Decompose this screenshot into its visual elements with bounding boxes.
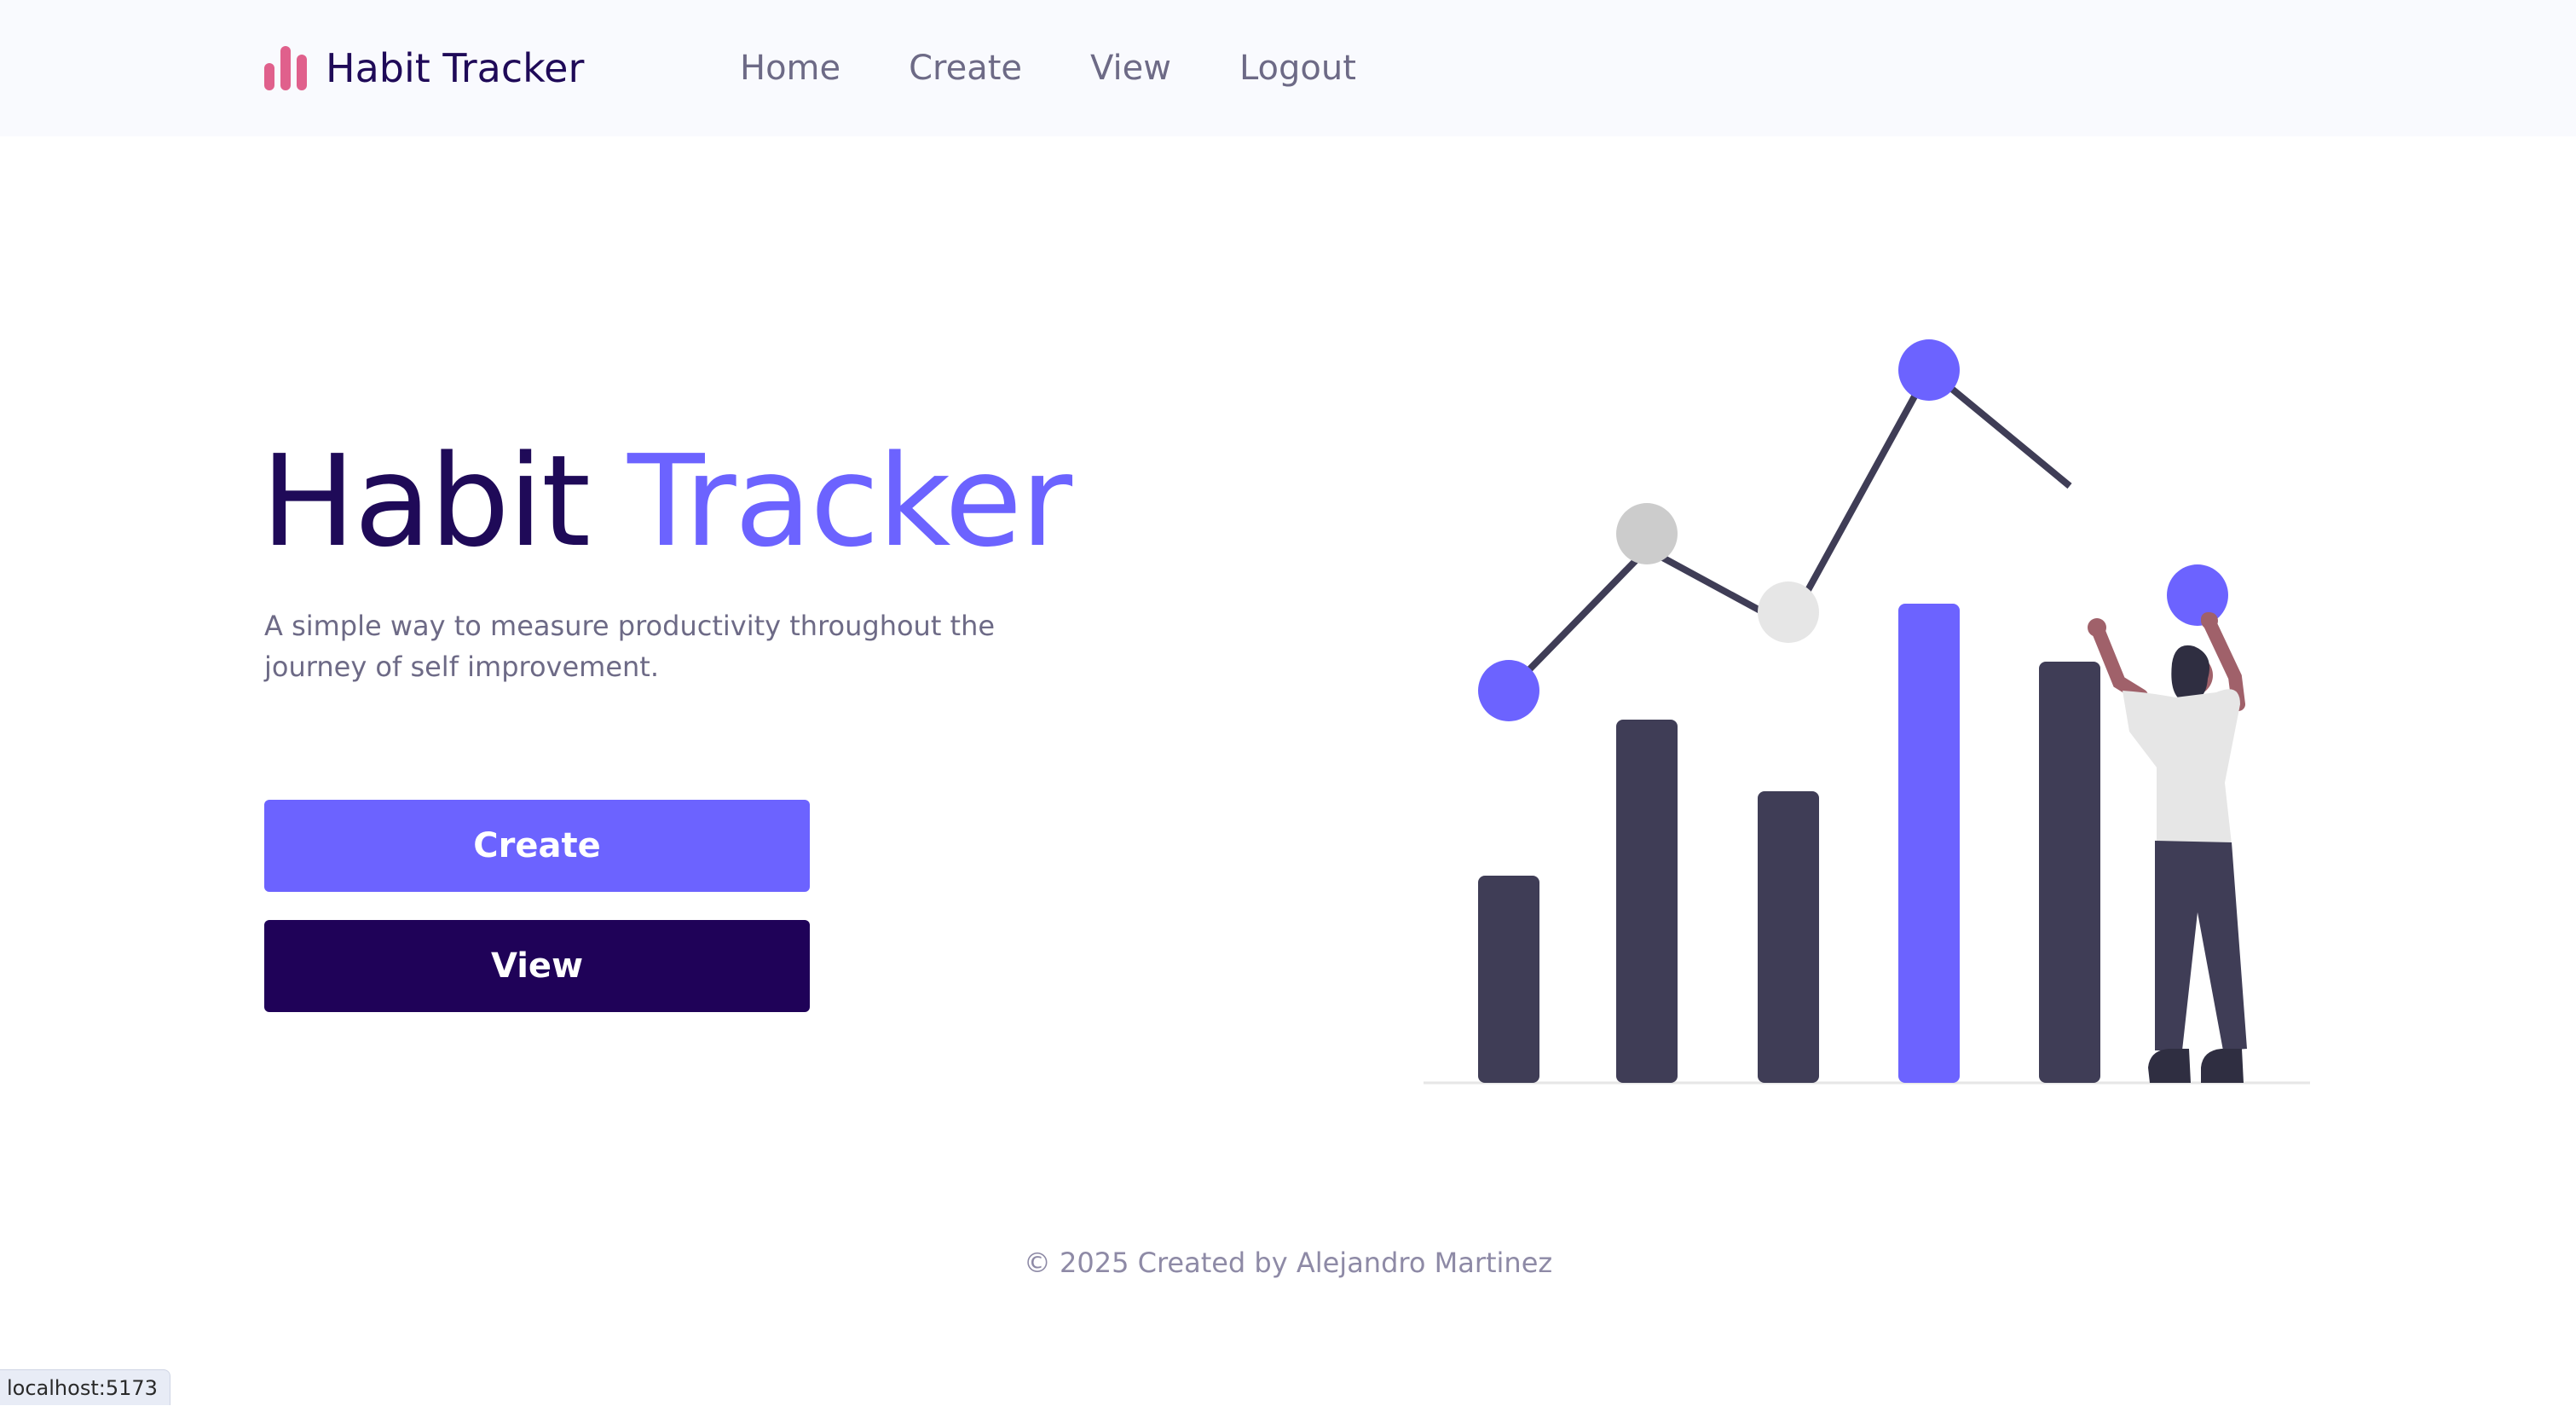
trend-point [1478, 660, 1539, 721]
navbar: Habit Tracker Home Create View Logout [0, 0, 2576, 136]
nav-view-link[interactable]: View [1090, 49, 1171, 88]
status-url: localhost:5173 [0, 1369, 170, 1405]
trend-point [1898, 339, 1960, 401]
illustration-bar [2039, 662, 2100, 1083]
nav-create-link[interactable]: Create [909, 49, 1022, 88]
illustration-bar [1758, 791, 1819, 1083]
brand-link[interactable]: Habit Tracker [264, 41, 584, 95]
hero-title-part2: Tracker [627, 428, 1072, 575]
brand-name: Habit Tracker [326, 45, 585, 91]
hero-title-part1: Habit [261, 428, 591, 575]
create-button[interactable]: Create [264, 800, 810, 892]
trend-point [1758, 581, 1819, 643]
illustration-bar [1616, 720, 1678, 1083]
trend-point [1616, 503, 1678, 564]
illustration-bar [1478, 876, 1539, 1083]
nav-home-link[interactable]: Home [740, 49, 840, 88]
view-button[interactable]: View [264, 920, 810, 1012]
illustration-bar [1898, 604, 1960, 1083]
main-nav: Home Create View Logout [740, 41, 1356, 95]
hero-title: Habit Tracker [261, 426, 1072, 578]
held-circle [2167, 564, 2228, 626]
person-figure [2088, 564, 2247, 1083]
bar-chart-icon [264, 46, 307, 90]
growth-chart-illustration [1424, 339, 2310, 1085]
hero-subtitle: A simple way to measure productivity thr… [264, 610, 996, 683]
footer-credits: © 2025 Created by Alejandro Martinez [1023, 1247, 1553, 1279]
nav-logout-link[interactable]: Logout [1239, 49, 1356, 88]
illustration-bars [1478, 604, 2100, 1083]
